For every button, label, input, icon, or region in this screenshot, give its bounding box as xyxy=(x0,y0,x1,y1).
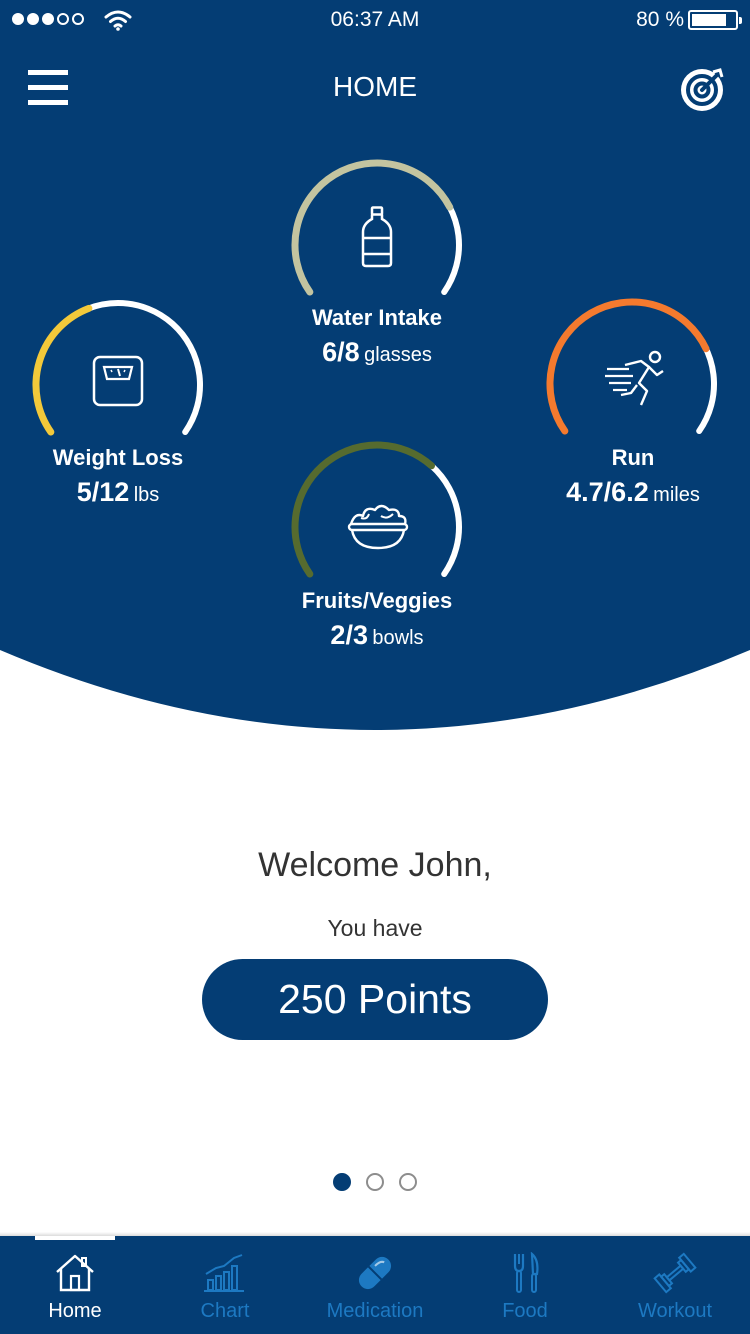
tab-bar: Home Chart Medication Food Workout xyxy=(0,1236,750,1334)
tab-workout[interactable]: Workout xyxy=(600,1236,750,1334)
page-title: HOME xyxy=(333,71,417,102)
status-bar: 06:37 AM 80 % xyxy=(0,0,750,42)
water-intake-label: Water Intake xyxy=(311,305,442,330)
welcome-greeting: Welcome John, xyxy=(258,846,492,884)
dumbbell-icon xyxy=(653,1252,697,1294)
salad-bowl-icon xyxy=(347,504,409,550)
battery-percent: 80 % xyxy=(636,8,684,31)
points-subtitle: You have xyxy=(327,915,423,941)
run-gauge[interactable] xyxy=(545,297,719,437)
page-indicator[interactable] xyxy=(333,1173,417,1191)
page-dot[interactable] xyxy=(366,1173,384,1191)
bar-chart-icon xyxy=(204,1254,244,1292)
tab-label: Chart xyxy=(200,1300,250,1322)
active-tab-indicator xyxy=(35,1236,115,1240)
tab-label: Food xyxy=(502,1300,548,1322)
tab-label: Medication xyxy=(326,1300,424,1322)
water-intake-gauge[interactable] xyxy=(290,158,464,298)
fruits-veggies-gauge[interactable] xyxy=(290,440,464,580)
weight-loss-label: Weight Loss xyxy=(52,445,184,470)
points-button[interactable]: 250 Points xyxy=(202,959,548,1040)
tab-chart[interactable]: Chart xyxy=(150,1236,300,1334)
home-icon xyxy=(56,1254,94,1292)
battery-icon xyxy=(688,10,742,30)
fruits-veggies-label: Fruits/Veggies xyxy=(301,588,453,613)
tab-food[interactable]: Food xyxy=(450,1236,600,1334)
runner-icon xyxy=(605,350,664,406)
page-dot[interactable] xyxy=(399,1173,417,1191)
pill-icon xyxy=(358,1256,392,1290)
run-label: Run xyxy=(611,445,655,470)
fruits-veggies-value: 2/3 bowls xyxy=(330,620,424,650)
gauge-progress-arc xyxy=(32,304,93,436)
scale-icon xyxy=(92,355,144,407)
water-intake-value: 6/8 glasses xyxy=(322,337,432,367)
weight-loss-value: 5/12 lbs xyxy=(76,477,160,507)
page-dot[interactable] xyxy=(333,1173,351,1191)
tab-label: Workout xyxy=(637,1300,713,1322)
tab-medication[interactable]: Medication xyxy=(300,1236,450,1334)
fork-knife-icon xyxy=(513,1252,539,1293)
tab-label: Home xyxy=(48,1300,102,1322)
water-bottle-icon xyxy=(361,206,393,268)
run-value: 4.7/6.2 miles xyxy=(566,477,700,507)
weight-loss-gauge[interactable] xyxy=(31,298,205,438)
tab-home[interactable]: Home xyxy=(0,1236,150,1334)
target-icon[interactable] xyxy=(680,66,726,112)
